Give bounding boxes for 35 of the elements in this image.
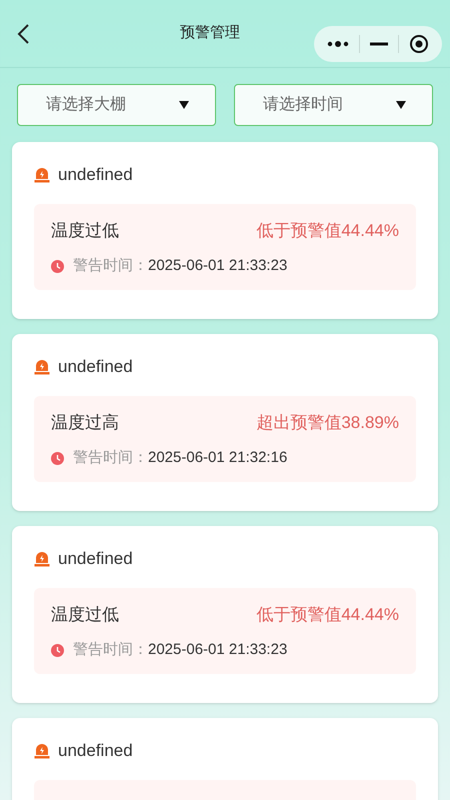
minimize-icon[interactable]	[370, 42, 388, 46]
siren-icon	[34, 358, 50, 376]
select-placeholder: 请选择大棚	[46, 94, 126, 115]
siren-icon	[34, 742, 50, 760]
device-name: undefined	[58, 164, 133, 186]
time-label: 警告时间：	[73, 640, 148, 660]
time-label: 警告时间：	[73, 448, 148, 468]
close-icon[interactable]	[409, 34, 429, 54]
select-placeholder: 请选择时间	[263, 94, 343, 115]
caret-icon	[179, 101, 189, 109]
alert-type: 温度过低	[51, 604, 119, 626]
clock-icon	[51, 644, 64, 657]
alert-time: 2025-06-01 21:33:23	[148, 640, 288, 660]
alert-type: 温度过低	[51, 220, 119, 242]
clock-icon	[51, 260, 64, 273]
deviation-text: 超出预警值38.89%	[256, 412, 399, 434]
device-name: undefined	[58, 548, 133, 570]
siren-icon	[34, 550, 50, 568]
siren-icon	[34, 166, 50, 184]
deviation-text: 低于预警值44.44%	[256, 220, 399, 242]
back-icon[interactable]	[16, 22, 30, 44]
device-name: undefined	[58, 356, 133, 378]
select-field[interactable]: 请选择时间	[234, 84, 433, 126]
clock-icon	[51, 452, 64, 465]
caret-icon	[396, 101, 406, 109]
more-icon[interactable]	[327, 40, 349, 48]
device-name: undefined	[58, 740, 133, 762]
deviation-text: 低于预警值44.44%	[256, 604, 399, 626]
capsule-menu[interactable]	[314, 26, 442, 62]
time-label: 警告时间：	[73, 256, 148, 276]
select-field[interactable]: 请选择大棚	[17, 84, 216, 126]
alert-type: 温度过高	[51, 412, 119, 434]
alert-time: 2025-06-01 21:32:16	[148, 448, 288, 468]
alert-time: 2025-06-01 21:33:23	[148, 256, 288, 276]
page-title: 预警管理	[179, 23, 241, 44]
